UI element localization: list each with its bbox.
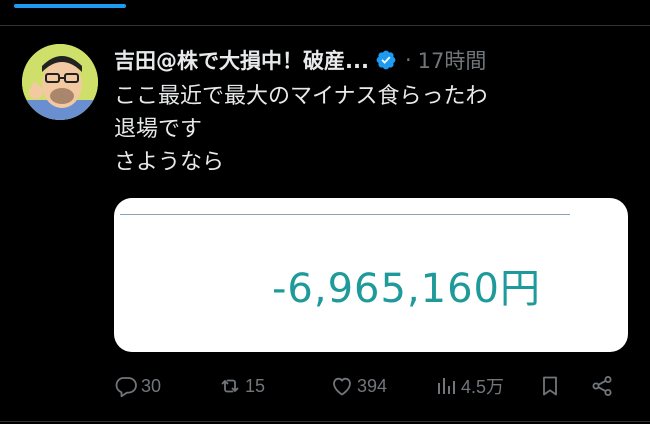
display-name[interactable]: 吉田@株で大損中！破産... [114, 45, 369, 75]
tweet-text-line: ここ最近で最大のマイナス食らったわ [114, 84, 488, 109]
like-count: 394 [357, 375, 388, 396]
header-separator: · [404, 48, 412, 72]
retweet-button[interactable]: 15 [218, 372, 265, 400]
tweet-text: ここ最近で最大のマイナス食らったわ 退場です さようなら [114, 80, 634, 179]
views-button[interactable]: 4.5万 [434, 372, 504, 400]
active-tab-indicator [14, 4, 126, 8]
action-bar: 30 15 394 4.5万 [114, 372, 624, 400]
reply-icon [115, 377, 137, 398]
media-rule-line [120, 214, 570, 215]
top-divider [0, 25, 650, 26]
bottom-divider [0, 421, 650, 422]
timestamp[interactable]: 17時間 [418, 45, 487, 75]
view-count: 4.5万 [461, 377, 505, 397]
like-button[interactable]: 394 [330, 372, 387, 400]
heart-icon [333, 377, 351, 396]
tweet-text-line: 退場です [114, 117, 203, 142]
tweet-header: 吉田@株で大損中！破産... · 17時間 [114, 42, 486, 78]
tweet-text-line: さようなら [114, 150, 225, 175]
share-button[interactable] [590, 372, 614, 400]
verified-badge-icon [375, 49, 397, 71]
avatar[interactable] [22, 44, 98, 120]
retweet-count: 15 [245, 375, 266, 396]
avatar-illustration [22, 44, 98, 120]
bookmark-button[interactable] [538, 372, 562, 400]
reply-count: 30 [141, 375, 162, 396]
share-icon [592, 376, 612, 396]
retweet-icon [221, 379, 239, 393]
media-amount: -6,965,160円 [272, 266, 542, 312]
views-icon [438, 378, 455, 394]
media-image[interactable]: -6,965,160円 [114, 198, 628, 352]
bookmark-icon [543, 376, 557, 396]
reply-button[interactable]: 30 [114, 372, 161, 400]
